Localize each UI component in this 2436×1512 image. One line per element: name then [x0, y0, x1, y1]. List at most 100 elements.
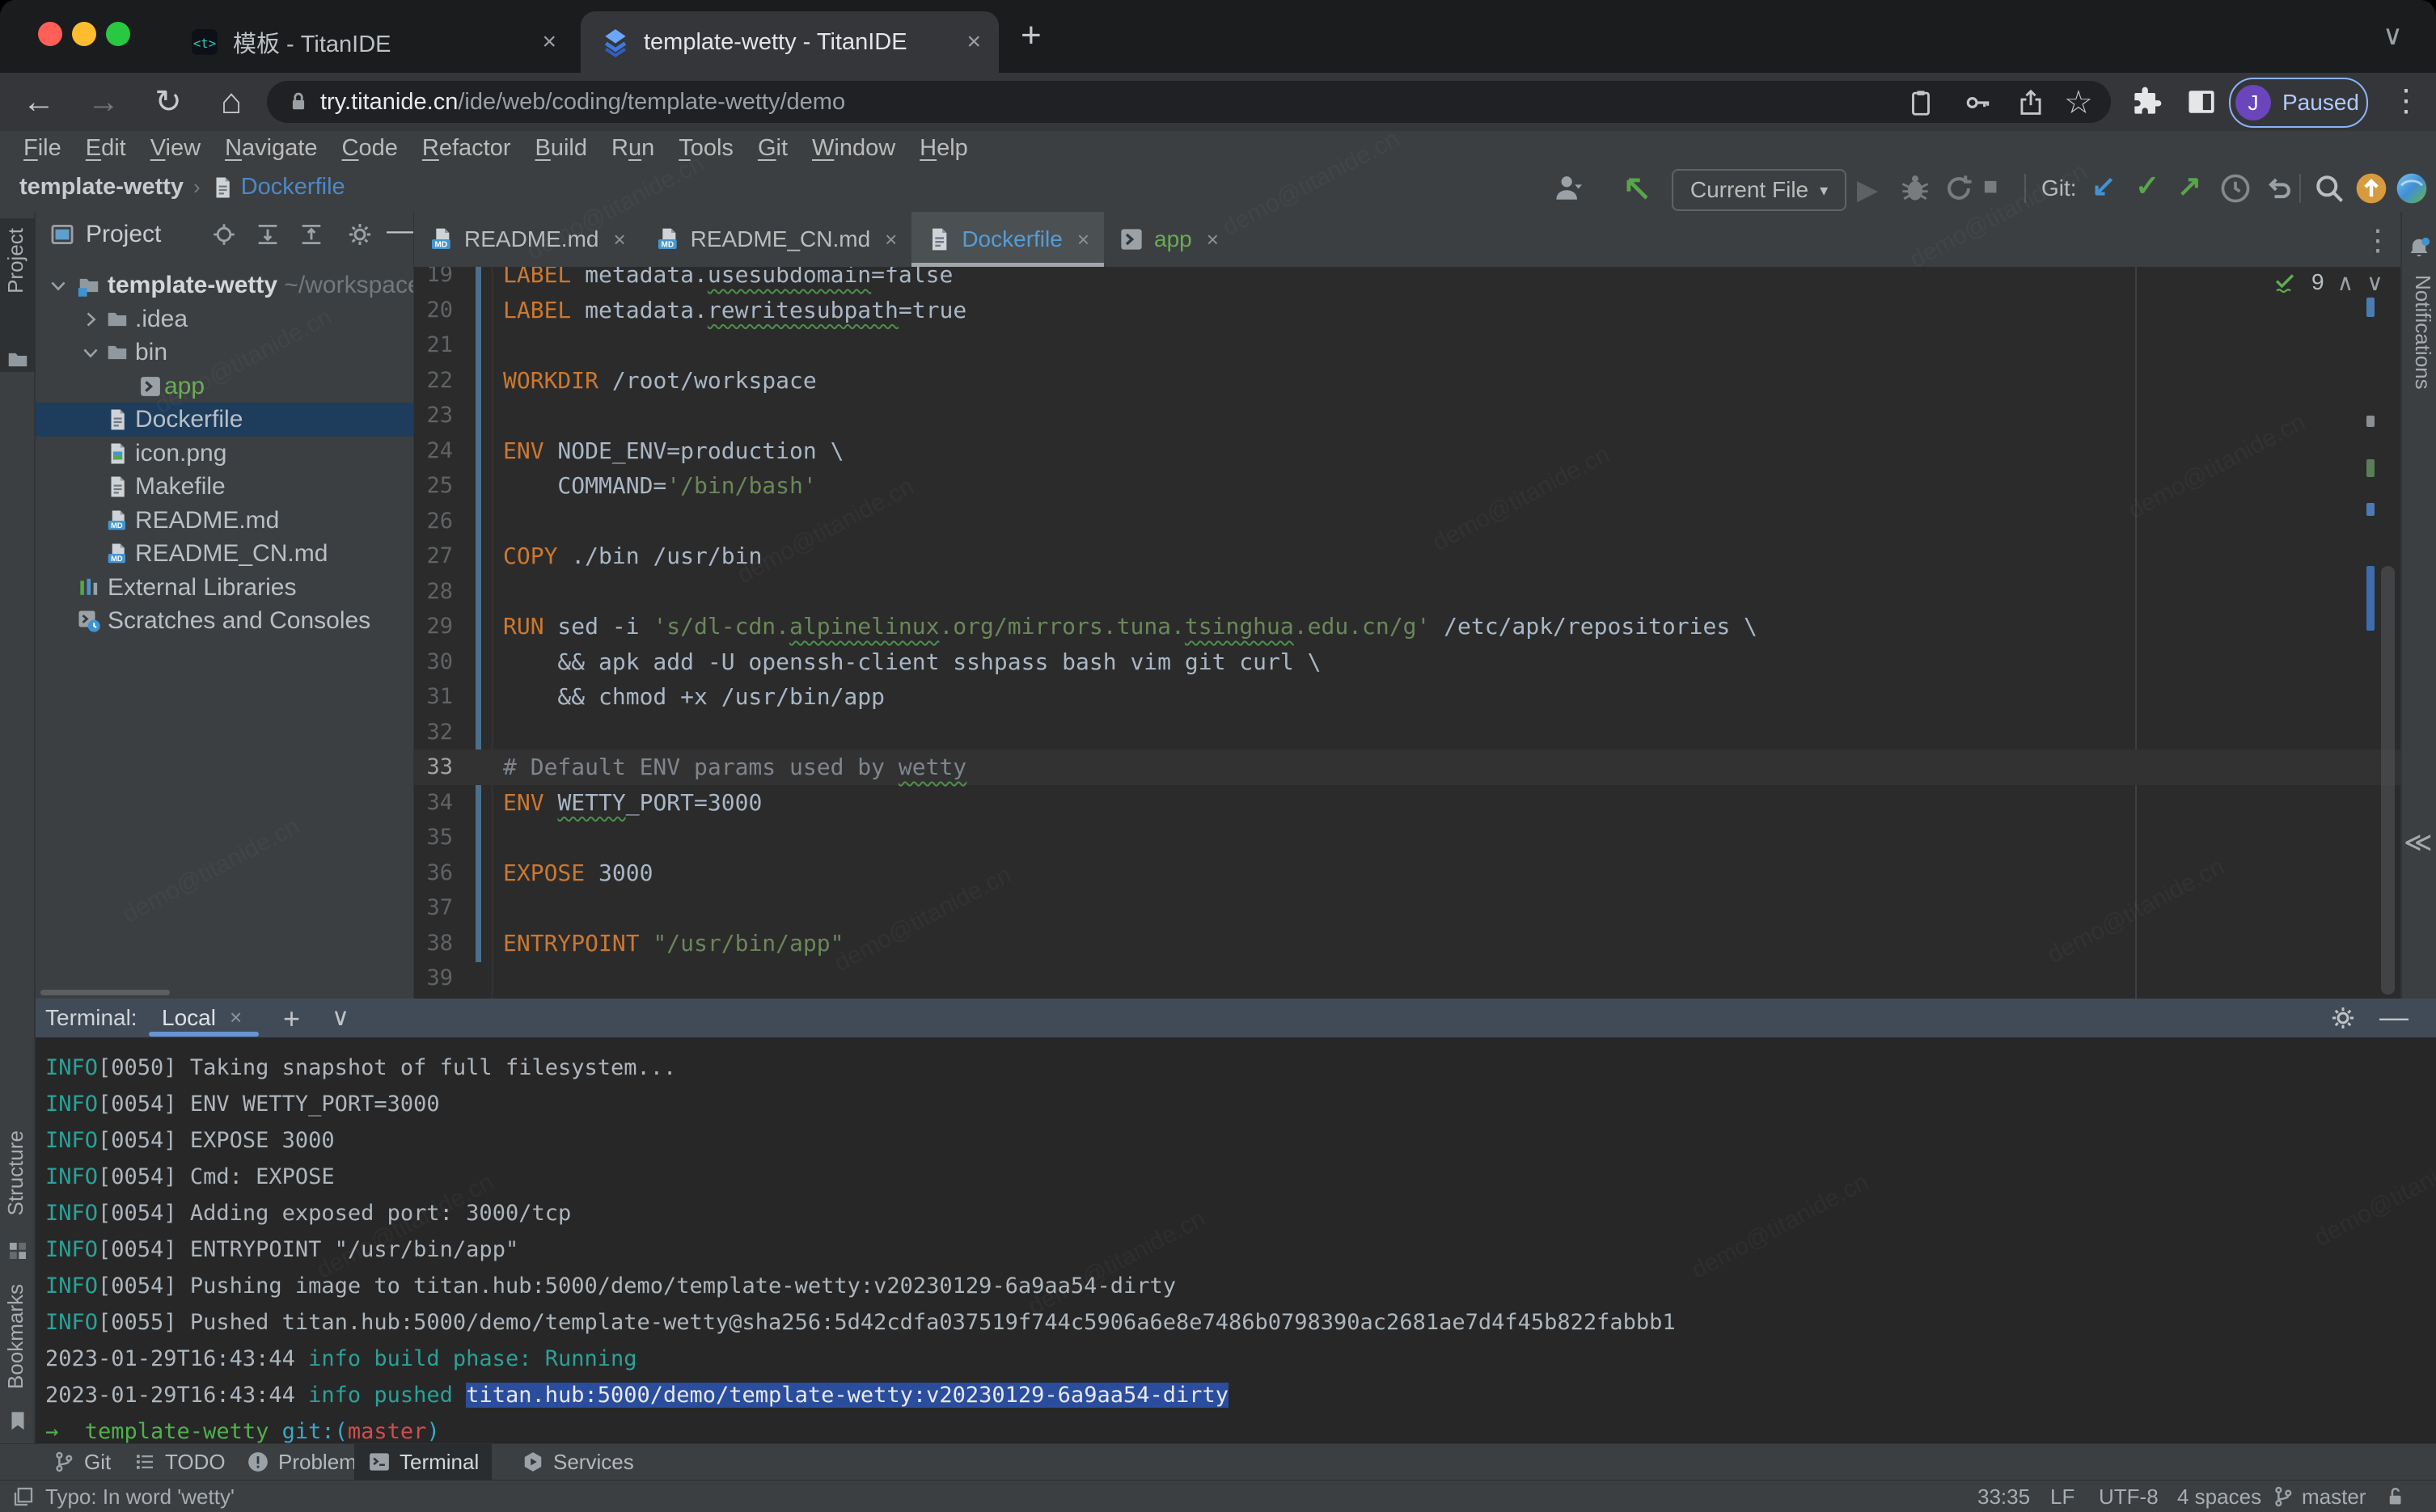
history-clock-icon[interactable] [2218, 171, 2253, 206]
clipboard-icon[interactable] [1905, 87, 1936, 118]
code-line-30[interactable]: 30 && apk add -U openssh-client sshpass … [414, 644, 2400, 680]
debug-bug-icon[interactable] [1897, 171, 1933, 206]
tool-button-structure[interactable]: Structure [3, 1130, 28, 1216]
code-line-22[interactable]: 22WORKDIR /root/workspace [414, 363, 2400, 399]
tool-button-terminal[interactable]: Terminal [354, 1444, 492, 1480]
close-window-button[interactable] [38, 22, 62, 46]
editor-scrollbar[interactable] [2381, 566, 2395, 995]
tool-button-services[interactable]: Services [508, 1444, 647, 1480]
code-line-37[interactable]: 37 [414, 890, 2400, 926]
line-separator[interactable]: LF [2050, 1485, 2074, 1510]
home-button[interactable]: ⌂ [209, 79, 254, 125]
code-line-29[interactable]: 29RUN sed -i 's/dl-cdn.alpinelinux.org/m… [414, 609, 2400, 644]
code-line-39[interactable]: 39 [414, 961, 2400, 996]
zoom-window-button[interactable] [106, 22, 130, 46]
tree-item-app[interactable]: app [36, 370, 414, 403]
close-tab-icon[interactable]: × [1207, 227, 1219, 252]
tree-item-bin[interactable]: bin [36, 336, 414, 370]
expand-all-icon[interactable] [254, 221, 281, 248]
new-terminal-button[interactable]: + [283, 1002, 300, 1036]
code-line-36[interactable]: 36EXPOSE 3000 [414, 855, 2400, 891]
breadcrumb-project[interactable]: template-wetty [19, 174, 184, 201]
project-view-icon[interactable] [49, 221, 76, 248]
indent-setting[interactable]: 4 spaces [2177, 1485, 2261, 1510]
terminal-settings-gear-icon[interactable] [2329, 1004, 2357, 1032]
side-panel-icon[interactable] [2184, 84, 2219, 120]
titan-gem-icon[interactable] [2394, 171, 2430, 206]
collapse-all-icon[interactable] [298, 221, 325, 248]
run-configuration-select[interactable]: Current File ▾ [1672, 169, 1846, 211]
code-line-32[interactable]: 32 [414, 715, 2400, 750]
collapse-panel-chevron-icon[interactable]: ≪ [2404, 826, 2433, 859]
locate-target-icon[interactable] [210, 221, 238, 248]
menu-item-view[interactable]: View [138, 135, 213, 162]
prev-problem-chevron-icon[interactable]: ∧ [2337, 269, 2354, 296]
menu-item-window[interactable]: Window [800, 135, 907, 162]
code-line-21[interactable]: 21 [414, 327, 2400, 363]
build-arrow-icon[interactable] [1619, 171, 1655, 206]
address-bar[interactable]: try.titanide.cn/ide/web/coding/template-… [267, 81, 2111, 123]
menu-item-refactor[interactable]: Refactor [410, 135, 523, 162]
unlock-icon[interactable] [2383, 1485, 2407, 1509]
menu-item-edit[interactable]: Edit [74, 135, 138, 162]
editor-tab-app[interactable]: app× [1104, 212, 1233, 267]
rollback-undo-icon[interactable] [2261, 171, 2297, 206]
code-line-28[interactable]: 28 [414, 574, 2400, 610]
back-button[interactable]: ← [16, 79, 61, 125]
tool-button-bookmarks[interactable]: Bookmarks [3, 1284, 28, 1389]
close-tab-icon[interactable]: × [1077, 227, 1089, 252]
tree-item-Dockerfile[interactable]: Dockerfile [36, 403, 414, 437]
project-panel-title[interactable]: Project [86, 221, 161, 248]
tree-item-.idea[interactable]: .idea [36, 302, 414, 336]
chevron-down-icon[interactable] [47, 274, 70, 297]
code-line-25[interactable]: 25 COMMAND='/bin/bash' [414, 468, 2400, 504]
breadcrumb-file[interactable]: Dockerfile [241, 174, 345, 201]
terminal-output[interactable]: INFO[0050] Taking snapshot of full files… [36, 1037, 2436, 1443]
git-push-arrow-icon[interactable]: ↗ [2177, 169, 2213, 205]
menu-item-run[interactable]: Run [599, 135, 666, 162]
menu-item-git[interactable]: Git [746, 135, 800, 162]
terminal-tab-local[interactable]: Local [162, 1005, 216, 1031]
browser-tab[interactable]: template-wetty - TitanIDE× [581, 11, 999, 73]
code-line-23[interactable]: 23 [414, 398, 2400, 433]
notifications-bell-icon[interactable] [2407, 236, 2431, 260]
chevron-down-icon[interactable] [79, 341, 102, 364]
code-line-24[interactable]: 24ENV NODE_ENV=production \ [414, 433, 2400, 469]
git-branch-icon[interactable] [2271, 1485, 2295, 1509]
caret-position[interactable]: 33:35 [1977, 1485, 2030, 1510]
chevron-right-icon[interactable] [79, 308, 102, 331]
tree-item-README.md[interactable]: MDREADME.md [36, 504, 414, 538]
git-commit-check-icon[interactable]: ✓ [2135, 169, 2171, 205]
minimize-window-button[interactable] [72, 22, 96, 46]
menu-item-code[interactable]: Code [330, 135, 410, 162]
code-line-38[interactable]: 38ENTRYPOINT "/usr/bin/app" [414, 926, 2400, 961]
tree-item-Makefile[interactable]: Makefile [36, 470, 414, 504]
inspections-widget[interactable]: 9 ∧ ∨ [2271, 268, 2383, 296]
close-tab-icon[interactable]: × [885, 227, 897, 252]
layout-windows-icon[interactable] [11, 1485, 36, 1509]
terminal-minimize-icon[interactable]: — [2379, 1000, 2409, 1034]
gear-icon[interactable] [346, 221, 374, 248]
code-line-20[interactable]: 20LABEL metadata.rewritesubpath=true [414, 293, 2400, 328]
tool-button-git[interactable]: Git [39, 1444, 124, 1480]
file-encoding[interactable]: UTF-8 [2099, 1485, 2159, 1510]
bookmark-star-icon[interactable]: ☆ [2064, 84, 2093, 121]
editor-tab-Dockerfile[interactable]: Dockerfile× [911, 212, 1104, 267]
tree-item-template-wetty[interactable]: template-wetty ~/workspace [36, 268, 414, 302]
key-icon[interactable] [1962, 87, 1993, 118]
user-icon[interactable] [1550, 171, 1586, 206]
menu-item-navigate[interactable]: Navigate [213, 135, 329, 162]
tree-item-README_CN.md[interactable]: MDREADME_CN.md [36, 537, 414, 571]
next-problem-chevron-icon[interactable]: ∨ [2366, 269, 2383, 296]
menu-item-tools[interactable]: Tools [666, 135, 746, 162]
close-tab-icon[interactable]: × [542, 28, 556, 56]
git-update-arrow-icon[interactable]: ↙ [2091, 169, 2127, 205]
close-tab-icon[interactable]: × [966, 28, 981, 56]
hide-panel-minus-icon[interactable]: — [387, 215, 414, 243]
browser-tab[interactable]: <t>模板 - TitanIDE× [170, 11, 574, 73]
search-icon[interactable] [2311, 171, 2347, 206]
rerun-icon[interactable] [1941, 171, 1977, 206]
horizontal-scrollbar[interactable] [40, 990, 170, 995]
profile-chip[interactable]: J Paused [2229, 78, 2368, 128]
editor-tab-README.md[interactable]: MDREADME.md× [414, 212, 641, 267]
